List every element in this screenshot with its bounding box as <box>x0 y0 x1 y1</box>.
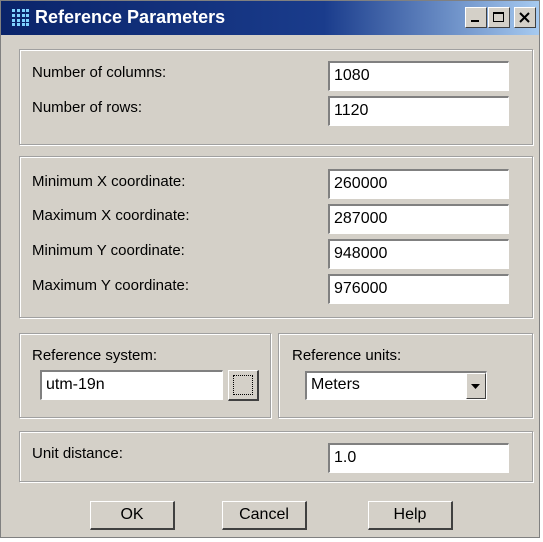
max-x-label: Maximum X coordinate: <box>32 207 190 224</box>
maximize-button[interactable] <box>488 7 510 28</box>
min-y-label: Minimum Y coordinate: <box>32 242 185 259</box>
max-y-input[interactable]: 976000 <box>328 274 509 304</box>
unit-distance-input[interactable]: 1.0 <box>328 443 509 473</box>
reference-units-select[interactable]: Meters <box>305 371 487 400</box>
min-x-label: Minimum X coordinate: <box>32 173 186 190</box>
ellipsis-icon <box>233 375 253 395</box>
window-title: Reference Parameters <box>35 7 226 27</box>
columns-input[interactable]: 1080 <box>328 61 509 91</box>
columns-label: Number of columns: <box>32 64 167 81</box>
dropdown-arrow-button[interactable] <box>466 373 486 399</box>
maximize-icon <box>493 12 504 22</box>
unit-distance-label: Unit distance: <box>32 445 123 462</box>
reference-system-input[interactable]: utm-19n <box>40 370 223 400</box>
rows-input[interactable]: 1120 <box>328 96 509 126</box>
rows-label: Number of rows: <box>32 99 143 116</box>
chevron-down-icon <box>471 384 480 389</box>
reference-system-label: Reference system: <box>32 347 158 364</box>
max-y-label: Maximum Y coordinate: <box>32 277 190 294</box>
cancel-button[interactable]: Cancel <box>222 501 307 530</box>
reference-parameters-dialog: Reference Parameters Number of columns: … <box>0 0 540 538</box>
title-bar[interactable]: Reference Parameters <box>1 1 539 35</box>
reference-units-label: Reference units: <box>292 347 402 364</box>
reference-units-value: Meters <box>311 376 360 393</box>
help-button[interactable]: Help <box>368 501 453 530</box>
grid-app-icon <box>12 9 29 26</box>
min-x-input[interactable]: 260000 <box>328 169 509 199</box>
max-x-input[interactable]: 287000 <box>328 204 509 234</box>
browse-reference-button[interactable] <box>228 370 259 401</box>
close-icon <box>519 12 530 23</box>
close-button[interactable] <box>514 7 536 28</box>
ok-button[interactable]: OK <box>90 501 175 530</box>
minimize-button[interactable] <box>465 7 487 28</box>
min-y-input[interactable]: 948000 <box>328 239 509 269</box>
minimize-icon <box>471 20 479 22</box>
